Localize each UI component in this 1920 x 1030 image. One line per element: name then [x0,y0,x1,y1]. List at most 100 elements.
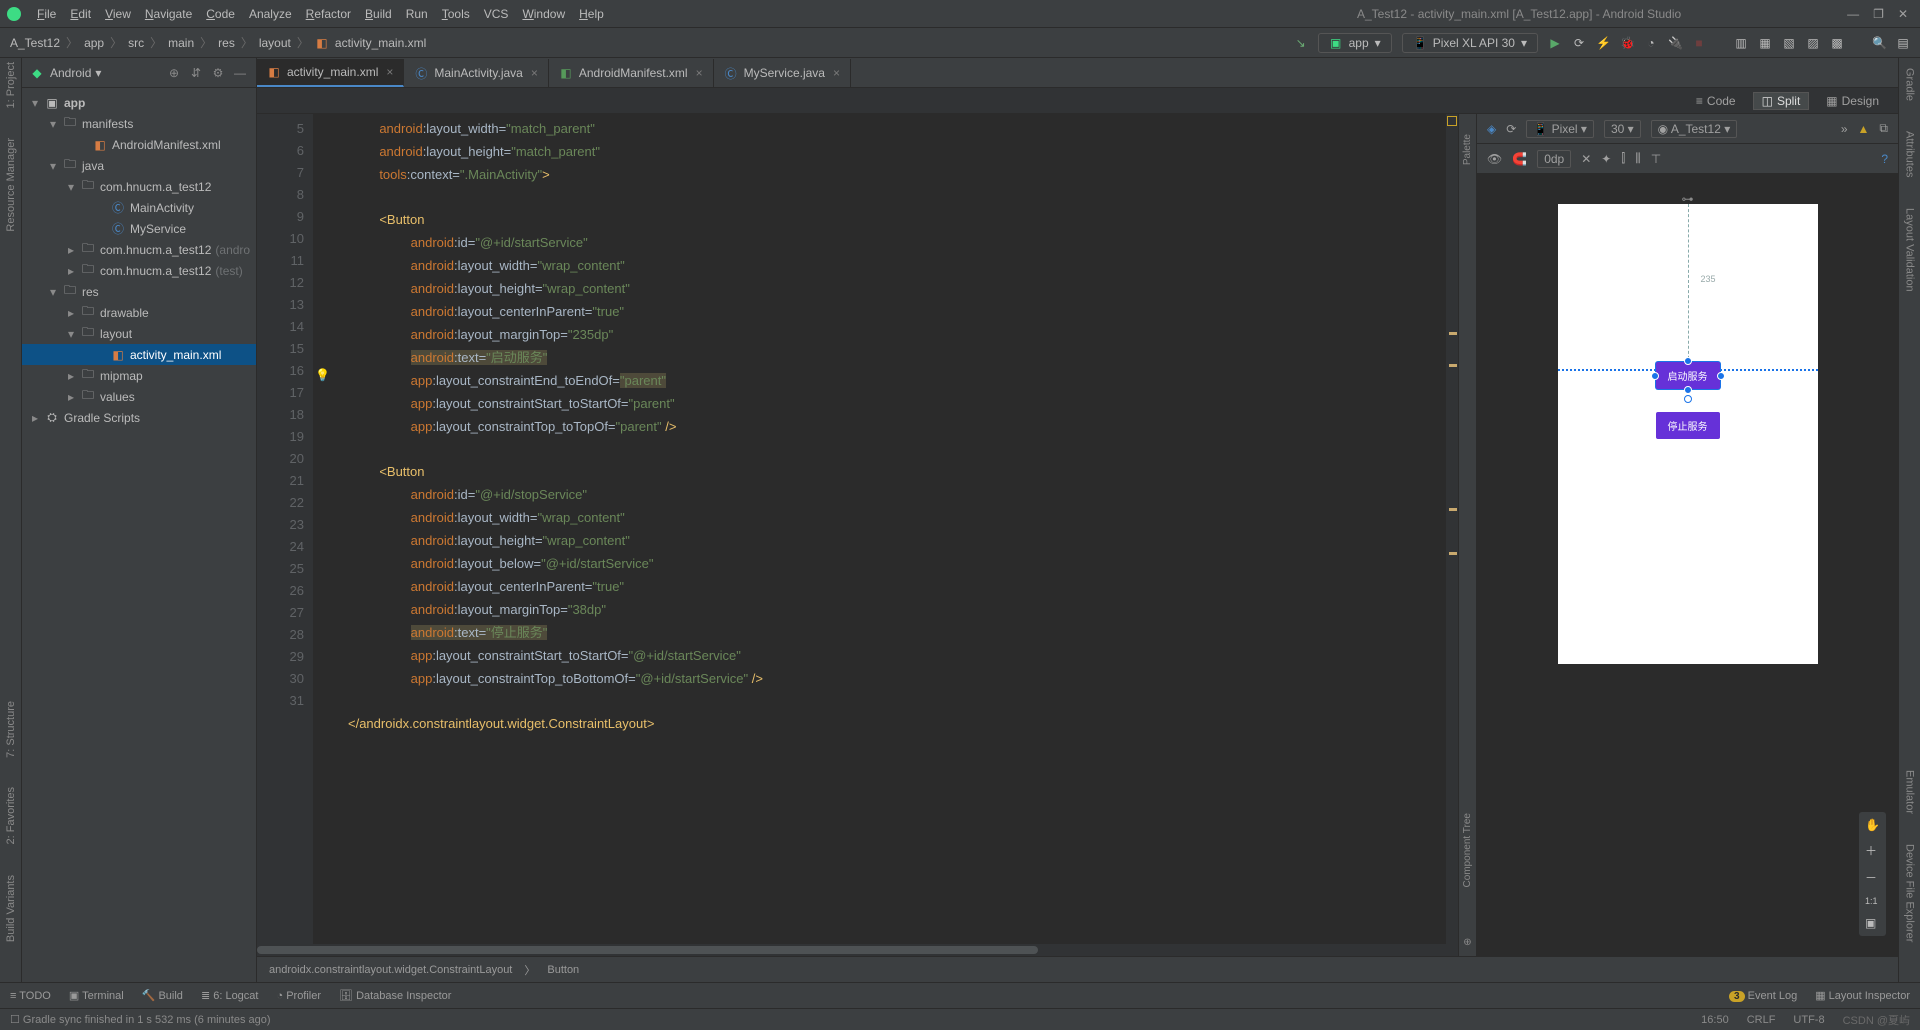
pack-icon[interactable]: ⊤ [1651,152,1661,166]
search-icon[interactable]: 🔍 [1872,36,1886,50]
pan-icon[interactable]: ✋ [1865,818,1880,832]
resource-manager-icon[interactable]: ▧ [1782,36,1796,50]
troubleshoot-icon[interactable]: ▩ [1830,36,1844,50]
view-split[interactable]: ◫Split [1753,92,1810,110]
tab-terminal[interactable]: ▣ Terminal [69,989,124,1002]
sync-gradle-icon[interactable]: ↘ [1294,36,1308,50]
crumb-res[interactable]: res [218,36,235,50]
view-design[interactable]: ▦Design [1817,92,1888,110]
file-encoding[interactable]: UTF-8 [1793,1014,1824,1026]
tab-todo[interactable]: ≡ TODO [10,990,51,1002]
infer-constraints-icon[interactable]: ✦ [1601,152,1611,166]
menu-analyze[interactable]: Analyze [242,7,299,21]
close-tab-icon[interactable]: × [386,65,393,79]
preview-start-button[interactable]: 启动服务 [1656,362,1720,389]
tree-manifests[interactable]: manifests [82,117,133,131]
menu-window[interactable]: Window [515,7,572,21]
warning-icon[interactable]: ▲ [1858,122,1870,136]
menu-navigate[interactable]: Navigate [138,7,199,21]
orientation-icon[interactable]: ⟳ [1506,122,1516,136]
attach-debugger-icon[interactable]: 🔌 [1668,36,1682,50]
hide-icon[interactable]: — [232,66,248,80]
align-icon[interactable]: ⫼ [1635,151,1641,166]
tree-layout[interactable]: layout [100,327,132,341]
tool-device-file-explorer[interactable]: Device File Explorer [1904,844,1916,942]
crumb-button[interactable]: Button [547,964,579,976]
inspection-indicator-icon[interactable] [1447,116,1457,126]
crumb-project[interactable]: A_Test12 [10,36,60,50]
tree-drawable[interactable]: drawable [100,306,149,320]
tree-pkg1[interactable]: com.hnucm.a_test12 [100,180,211,194]
tree-values[interactable]: values [100,390,135,404]
chevron-down-icon[interactable]: ▾ [95,66,101,80]
close-icon[interactable]: ✕ [1898,7,1908,21]
clear-constraints-icon[interactable]: ✕ [1581,152,1591,166]
caret-position[interactable]: 16:50 [1701,1014,1729,1026]
tool-project[interactable]: 1: Project [5,62,17,108]
tab-layout-inspector[interactable]: ▦ Layout Inspector [1815,989,1910,1002]
tab-manifest[interactable]: ◧AndroidManifest.xml× [549,59,714,87]
crumb-app[interactable]: app [84,36,104,50]
theme-dropdown[interactable]: ◉ A_Test12 ▾ [1651,120,1738,138]
tool-layout-validation[interactable]: Layout Validation [1904,208,1916,292]
tab-build[interactable]: 🔨 Build [142,989,183,1002]
stop-icon[interactable]: ■ [1692,36,1706,50]
menu-help[interactable]: Help [572,7,611,21]
tree-app[interactable]: app [64,96,85,110]
tool-gradle[interactable]: Gradle [1904,68,1916,101]
attributes-toggle-icon[interactable]: ⧉ [1879,121,1888,136]
tree-gradle-scripts[interactable]: Gradle Scripts [64,411,140,425]
close-tab-icon[interactable]: × [531,66,538,80]
tree-android-manifest[interactable]: AndroidManifest.xml [112,138,221,152]
project-tree[interactable]: ▾▣app ▾🗀manifests ◧AndroidManifest.xml ▾… [22,88,256,982]
preview-stop-button[interactable]: 停止服务 [1656,412,1720,439]
tab-event-log[interactable]: 3 Event Log [1729,990,1797,1002]
help-icon[interactable]: ? [1881,152,1888,166]
tool-favorites[interactable]: 2: Favorites [5,787,17,844]
menu-edit[interactable]: Edit [63,7,98,21]
tree-activity-main[interactable]: activity_main.xml [130,348,221,362]
project-view-label[interactable]: Android [50,66,91,80]
run-config-selector[interactable]: ▣ app ▾ [1318,33,1392,53]
crumb-constraintlayout[interactable]: androidx.constraintlayout.widget.Constra… [269,964,512,976]
tool-emulator[interactable]: Emulator [1904,770,1916,814]
tool-attributes[interactable]: Attributes [1904,131,1916,177]
tree-myservice[interactable]: MyService [130,222,186,236]
eye-icon[interactable]: 👁 [1487,152,1502,166]
menu-code[interactable]: Code [199,7,242,21]
tab-logcat[interactable]: ≣ 6: Logcat [201,989,259,1002]
menu-vcs[interactable]: VCS [477,7,516,21]
h-scrollbar[interactable] [336,944,1446,956]
code-content[interactable]: android:layout_width="match_parent" andr… [336,114,1446,956]
palette-tab[interactable]: Palette [1462,134,1473,165]
tree-java[interactable]: java [82,159,104,173]
tree-res[interactable]: res [82,285,99,299]
menu-refactor[interactable]: Refactor [299,7,358,21]
run-icon[interactable]: ▶ [1548,36,1562,50]
collapse-icon[interactable]: ⇵ [188,66,204,80]
apply-changes-icon[interactable]: ⟳ [1572,36,1586,50]
close-tab-icon[interactable]: × [833,66,840,80]
component-tree-tab[interactable]: Component Tree [1462,813,1473,888]
tab-myservice[interactable]: ⒸMyService.java× [714,59,851,87]
default-margin[interactable]: 0dp [1537,150,1571,168]
debug-icon[interactable]: 🐞 [1620,36,1634,50]
tool-build-variants[interactable]: Build Variants [5,875,17,942]
menu-file[interactable]: File [30,7,63,21]
tree-pkg3[interactable]: com.hnucm.a_test12 [100,264,211,278]
menu-build[interactable]: Build [358,7,399,21]
intention-bulb-icon[interactable]: 💡 [315,368,330,382]
tab-profiler[interactable]: ◔ Profiler [276,990,321,1002]
error-stripe[interactable] [1446,114,1458,956]
close-tab-icon[interactable]: × [696,66,703,80]
api-dropdown[interactable]: 30 ▾ [1604,120,1641,138]
zoom-fit-icon[interactable]: ▣ [1865,916,1880,930]
design-surface-icon[interactable]: ◈ [1487,122,1496,136]
menu-run[interactable]: Run [399,7,435,21]
profile-icon[interactable]: ◔ [1644,36,1658,50]
more-icon[interactable]: » [1841,122,1848,136]
tab-activity-main[interactable]: ◧activity_main.xml× [257,59,404,87]
maximize-icon[interactable]: ❐ [1873,7,1884,21]
tab-database-inspector[interactable]: 🗄 Database Inspector [339,989,451,1002]
tree-pkg2[interactable]: com.hnucm.a_test12 [100,243,211,257]
